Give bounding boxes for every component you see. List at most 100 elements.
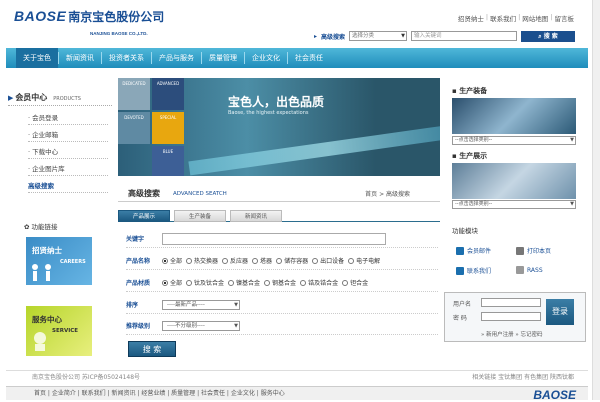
tab-equipment[interactable]: 生产装备: [174, 210, 226, 222]
password-input[interactable]: [481, 312, 541, 321]
top-link-sitemap[interactable]: 网站地图: [522, 13, 548, 23]
advanced-search-header: 高级搜索 ADVANCED SEATCH 首页 > 高级搜索: [118, 186, 440, 202]
radio-option[interactable]: 反应器: [222, 256, 248, 265]
radio-label: 塔器: [260, 258, 273, 265]
copyright-text: 南京宝色股份公司 苏ICP备05024148号: [32, 374, 141, 381]
radio-icon: [222, 257, 229, 264]
banner-square: DEVOTED: [118, 112, 150, 144]
banner-square: DEDICATED: [118, 78, 150, 110]
radio-icon: [348, 257, 355, 264]
radio-label: 热交换器: [194, 258, 219, 265]
radio-option[interactable]: 全部: [162, 278, 182, 287]
func-label: 打印本页: [527, 248, 552, 255]
radio-option[interactable]: 钽合金: [342, 278, 368, 287]
logo-en: BAOSE: [14, 8, 67, 24]
tab-news[interactable]: 新闻资讯: [230, 210, 282, 222]
scrollbar[interactable]: [592, 0, 600, 400]
showcase-select[interactable]: --点击选择类别--: [452, 200, 576, 209]
people-icon: [32, 264, 51, 281]
banner-decor: [188, 122, 440, 176]
menu-download[interactable]: · 下载中心: [28, 145, 108, 159]
nav-products[interactable]: 产品与服务: [152, 48, 201, 68]
func-contact[interactable]: 联系我们: [456, 266, 491, 275]
related-links[interactable]: 相关链接 宝钛集团 有色集团 陕西钛都: [472, 371, 574, 385]
func-rss[interactable]: RASS: [516, 266, 543, 274]
sort-label: 排序: [126, 302, 139, 309]
equipment-title-text: 生产装备: [459, 87, 488, 95]
register-link[interactable]: 新用户注册: [486, 332, 514, 338]
radio-option[interactable]: 电子电解: [348, 256, 380, 265]
top-link-careers[interactable]: 招贤纳士: [458, 13, 484, 23]
func-print[interactable]: 打印本页: [516, 246, 551, 255]
showcase-title: ▪ 生产展示: [452, 151, 487, 161]
radio-option[interactable]: 镍基合金: [228, 278, 260, 287]
radio-option[interactable]: 钢基合金: [264, 278, 296, 287]
radio-label: 钢基合金: [272, 280, 297, 287]
main-nav: 关于宝色 新闻资讯 投资者关系 产品与服务 质量管理 企业文化 社会责任: [6, 48, 588, 68]
sort-row: 排序 ----最新产品----: [126, 296, 438, 314]
menu-label: 企业图片库: [32, 165, 65, 173]
careers-banner[interactable]: 招贤纳士 CAREERS: [26, 237, 92, 285]
member-center-header: ▶ 会员中心 PRODUCTS: [8, 92, 112, 106]
login-button[interactable]: 登录: [546, 299, 574, 325]
radio-label: 电子电解: [356, 258, 381, 265]
menu-label: 下载中心: [32, 148, 59, 156]
menu-label: 会员登录: [32, 114, 59, 122]
careers-en: CAREERS: [60, 259, 86, 265]
nav-quality[interactable]: 质量管理: [202, 48, 244, 68]
radio-option[interactable]: 储存容器: [276, 256, 308, 265]
banner-square: BLUE: [152, 146, 184, 176]
submit-search-button[interactable]: 搜 索: [128, 341, 176, 357]
username-input[interactable]: [481, 298, 541, 307]
level-select[interactable]: ----不分级别----: [162, 320, 240, 331]
radio-icon: [186, 279, 193, 286]
feature-links-title: ✿ 功能链接: [24, 221, 58, 231]
forgot-password-link[interactable]: 忘记密码: [521, 332, 543, 338]
nav-investors[interactable]: 投资者关系: [102, 48, 151, 68]
func-member-mail[interactable]: 会员邮件: [456, 246, 491, 255]
equipment-image[interactable]: [452, 98, 576, 134]
menu-gallery[interactable]: · 企业图片库: [28, 162, 108, 176]
breadcrumb[interactable]: 首页 > 高级搜索: [365, 189, 410, 198]
equipment-select[interactable]: --点击选择类别--: [452, 136, 576, 145]
rss-icon: [516, 266, 524, 274]
func-label: 联系我们: [467, 268, 492, 275]
nav-news[interactable]: 新闻资讯: [59, 48, 101, 68]
radio-label: 钛及钛合金: [194, 280, 225, 287]
category-select[interactable]: 选择分类: [349, 31, 408, 41]
sort-select[interactable]: ----最新产品----: [162, 299, 240, 310]
tab-products[interactable]: 产品展示: [118, 210, 170, 222]
radio-option[interactable]: 塔器: [252, 256, 272, 265]
advanced-search-link[interactable]: 高级搜索: [321, 32, 345, 41]
footer-nav: 首页 | 企业简介 | 联系我们 | 新闻资讯 | 经营业绩 | 质量管理 | …: [6, 386, 588, 402]
footer-nav-links[interactable]: 首页 | 企业简介 | 联系我们 | 新闻资讯 | 经营业绩 | 质量管理 | …: [34, 390, 285, 397]
keyword-input[interactable]: 输入关键词: [411, 31, 518, 41]
nav-culture[interactable]: 企业文化: [245, 48, 287, 68]
top-link-contact[interactable]: 联系我们: [490, 13, 516, 23]
logo[interactable]: BAOSE 南京宝色股份公司 NANJING BAOSE CO.,LTD.: [14, 8, 204, 42]
service-banner[interactable]: 服务中心 SERVICE: [26, 306, 92, 356]
radio-option[interactable]: 钛及钛合金: [186, 278, 224, 287]
radio-option[interactable]: 出口设备: [312, 256, 344, 265]
keyword-field[interactable]: [162, 232, 386, 245]
top-link-guestbook[interactable]: 留言板: [555, 13, 575, 23]
banner-slogan-en: Baose, the highest expectations: [228, 110, 309, 116]
radio-option[interactable]: 热交换器: [186, 256, 218, 265]
showcase-image[interactable]: [452, 163, 576, 199]
radio-label: 出口设备: [320, 258, 345, 265]
radio-option[interactable]: 锆及锆合金: [300, 278, 338, 287]
func-label: RASS: [527, 266, 543, 274]
mail-icon: [456, 246, 464, 255]
radio-option[interactable]: 全部: [162, 256, 182, 265]
banner-square: SPECIAL: [152, 112, 184, 144]
nav-responsibility[interactable]: 社会责任: [288, 48, 330, 68]
menu-enterprise-mail[interactable]: · 企业邮箱: [28, 128, 108, 142]
menu-label: 高级搜索: [28, 182, 54, 190]
menu-member-login[interactable]: · 会员登录: [28, 111, 108, 125]
service-en: SERVICE: [52, 328, 79, 334]
search-button[interactable]: ⌕ 搜 索: [521, 30, 576, 42]
radio-icon: [162, 279, 168, 286]
nav-about[interactable]: 关于宝色: [16, 48, 58, 68]
menu-advanced-search[interactable]: 高级搜索: [28, 179, 108, 193]
service-cn: 服务中心: [32, 315, 62, 324]
